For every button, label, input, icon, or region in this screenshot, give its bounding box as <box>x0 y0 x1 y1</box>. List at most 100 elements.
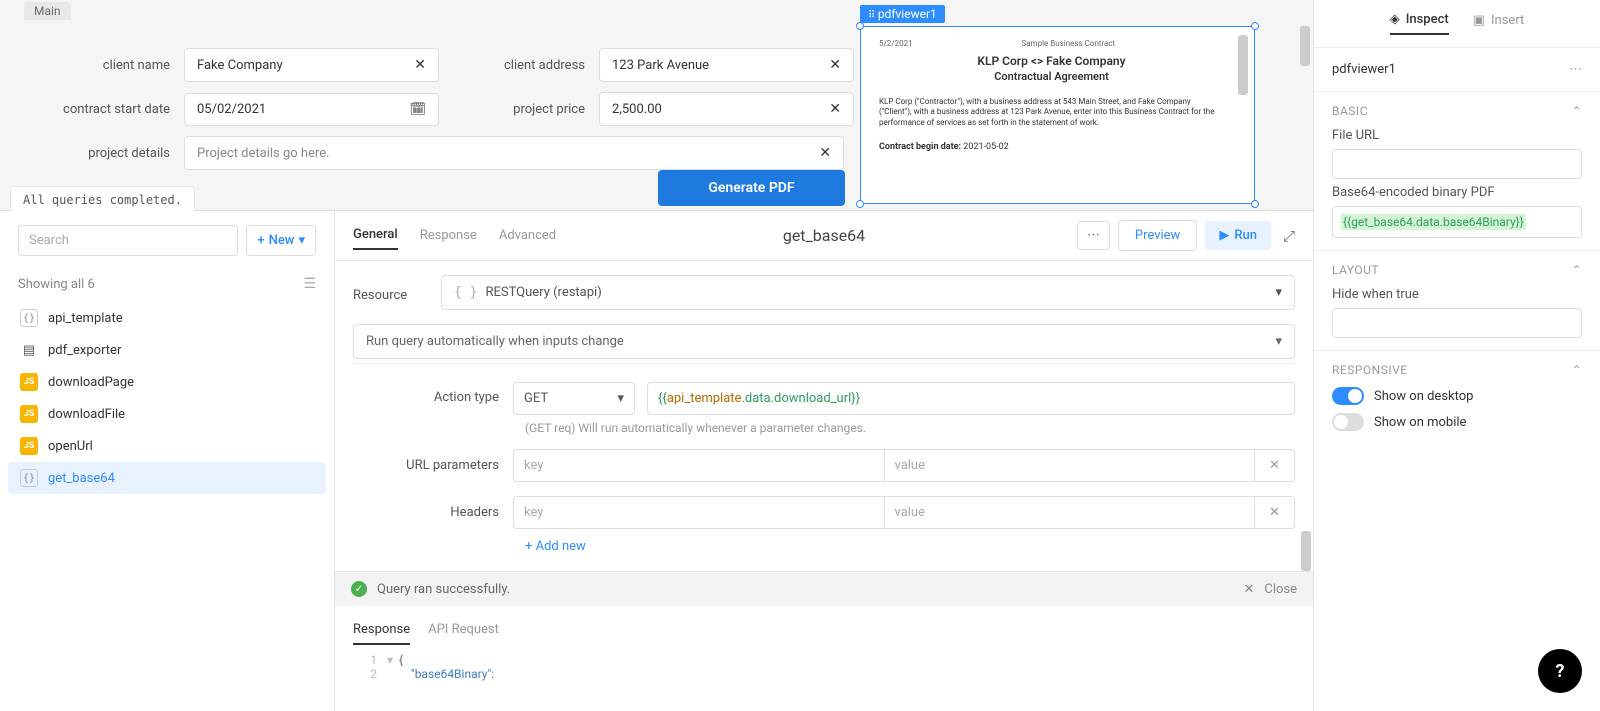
project-details-input[interactable]: Project details go here. ✕ <box>184 136 844 170</box>
json-output[interactable]: 1▾{ 2 "base64Binary": <box>335 645 1313 689</box>
delete-row-button[interactable]: ✕ <box>1255 496 1295 529</box>
project-price-input[interactable]: 2,500.00 ✕ <box>599 92 854 126</box>
show-desktop-toggle[interactable] <box>1332 387 1364 405</box>
collapse-icon[interactable]: ⤢ <box>1279 223 1299 249</box>
file-url-input[interactable] <box>1332 149 1582 179</box>
braces-icon: { } <box>454 285 477 300</box>
pdf-header-small: Sample Business Contract <box>1021 39 1115 48</box>
b64-value: {{get_base64.data.base64Binary}} <box>1341 214 1526 230</box>
project-details-label: project details <box>24 146 184 161</box>
clear-icon[interactable]: ✕ <box>829 101 841 117</box>
calendar-icon[interactable]: 🗓 <box>409 102 426 117</box>
url-input[interactable]: {{api_template.data.download_url}} <box>647 382 1295 415</box>
clear-icon[interactable]: ✕ <box>829 57 841 73</box>
query-item-downloadPage[interactable]: downloadPage <box>8 366 326 398</box>
help-button[interactable]: ? <box>1538 649 1582 693</box>
pdf-scrollbar[interactable] <box>1238 35 1248 95</box>
chevron-up-icon[interactable]: ⌃ <box>1571 363 1582 377</box>
result-tab-response[interactable]: Response <box>353 616 410 645</box>
tab-inspect[interactable]: ◈ Inspect <box>1390 12 1449 35</box>
json-line-1: { <box>399 653 403 667</box>
query-item-downloadFile[interactable]: downloadFile <box>8 398 326 430</box>
hide-when-true-input[interactable] <box>1332 308 1582 338</box>
add-new-button[interactable]: + Add new <box>525 539 1295 554</box>
method-select[interactable]: GET ▾ <box>513 382 635 415</box>
form-grid: client name Fake Company ✕ client addres… <box>24 48 854 180</box>
delete-row-button[interactable]: ✕ <box>1255 449 1295 482</box>
query-title[interactable]: get_base64 <box>783 226 865 245</box>
close-icon: ✕ <box>1243 582 1254 597</box>
inspector-responsive: RESPONSIVE⌃ Show on desktop Show on mobi… <box>1314 351 1600 451</box>
tab-advanced[interactable]: Advanced <box>499 222 556 249</box>
headers-label: Headers <box>353 505 513 520</box>
query-item-label: api_template <box>48 311 123 326</box>
query-item-pdf_exporter[interactable]: pdf_exporter <box>8 334 326 366</box>
close-label: Close <box>1264 582 1297 597</box>
result-bar: ✓ Query ran successfully. ✕ Close <box>335 571 1313 606</box>
header-value-input[interactable]: value <box>884 496 1256 529</box>
insert-icon: ▣ <box>1473 13 1485 28</box>
chevron-down-icon: ▾ <box>1275 334 1282 349</box>
result-tab-api[interactable]: API Request <box>428 616 499 645</box>
new-button-label: New <box>269 233 295 248</box>
contract-start-value: 05/02/2021 <box>197 102 266 117</box>
url-param-value-input[interactable]: value <box>884 449 1256 482</box>
search-input[interactable]: Search <box>18 225 238 256</box>
editor-scrollbar[interactable] <box>1301 531 1311 571</box>
resize-handle[interactable] <box>1251 22 1259 30</box>
b64-input[interactable]: {{get_base64.data.base64Binary}} <box>1332 206 1582 238</box>
resize-handle[interactable] <box>856 200 864 208</box>
close-result-button[interactable]: ✕ Close <box>1243 582 1297 597</box>
section-basic-title: BASIC <box>1332 104 1368 118</box>
chevron-up-icon[interactable]: ⌃ <box>1571 104 1582 118</box>
url-object: api_template <box>667 391 742 406</box>
pdf-subtitle: Contractual Agreement <box>879 70 1224 83</box>
client-name-value: Fake Company <box>197 58 283 73</box>
tab-insert[interactable]: ▣ Insert <box>1473 12 1525 35</box>
new-button[interactable]: + New ▾ <box>246 225 316 256</box>
query-item-api_template[interactable]: api_template <box>8 302 326 334</box>
resource-select[interactable]: { }RESTQuery (restapi) ▾ <box>441 275 1295 310</box>
js-icon <box>20 437 38 455</box>
url-brace-open: {{ <box>658 391 667 406</box>
client-address-value: 123 Park Avenue <box>612 58 709 73</box>
component-handle[interactable]: pdfviewer1 <box>860 5 945 23</box>
tab-general[interactable]: General <box>353 221 398 250</box>
client-address-input[interactable]: 123 Park Avenue ✕ <box>599 48 854 82</box>
resource-label: Resource <box>353 282 441 303</box>
header-key-input[interactable]: key <box>513 496 884 529</box>
more-icon[interactable]: ⋯ <box>1569 62 1582 77</box>
chevron-up-icon[interactable]: ⌃ <box>1571 263 1582 277</box>
tab-response[interactable]: Response <box>420 222 477 249</box>
contract-start-input[interactable]: 05/02/2021 🗓 <box>184 93 439 126</box>
query-item-get_base64[interactable]: get_base64 <box>8 462 326 494</box>
more-icon[interactable]: ⋯ <box>1077 221 1110 250</box>
generate-pdf-button[interactable]: Generate PDF <box>658 170 845 206</box>
pdfviewer-component[interactable]: pdfviewer1 5/2/2021 Sample Business Cont… <box>860 26 1255 204</box>
canvas-tab-main[interactable]: Main <box>24 2 71 20</box>
query-item-openUrl[interactable]: openUrl <box>8 430 326 462</box>
client-name-input[interactable]: Fake Company ✕ <box>184 48 439 82</box>
inspector-component-name[interactable]: pdfviewer1 <box>1332 62 1396 77</box>
method-value: GET <box>524 391 548 406</box>
json-key: "base64Binary" <box>411 667 491 681</box>
js-icon <box>20 405 38 423</box>
query-list-panel: Search + New ▾ Showing all 6 ☰ api_templ… <box>0 211 335 711</box>
filter-icon[interactable]: ☰ <box>303 276 316 292</box>
canvas-scrollbar[interactable] <box>1300 26 1310 66</box>
show-mobile-toggle[interactable] <box>1332 413 1364 431</box>
auto-run-select[interactable]: Run query automatically when inputs chan… <box>353 324 1295 359</box>
resize-handle[interactable] <box>1251 200 1259 208</box>
clear-icon[interactable]: ✕ <box>819 145 831 161</box>
resize-handle[interactable] <box>856 22 864 30</box>
pdf-title: KLP Corp <> Fake Company <box>879 54 1224 68</box>
run-button[interactable]: ▶ Run <box>1205 221 1271 250</box>
query-list: api_template pdf_exporterdownloadPagedown… <box>0 298 334 498</box>
preview-button[interactable]: Preview <box>1118 220 1197 251</box>
clear-icon[interactable]: ✕ <box>414 57 426 73</box>
play-icon: ▶ <box>1219 228 1229 243</box>
status-toast: All queries completed. <box>10 186 195 214</box>
url-param-key-input[interactable]: key <box>513 449 884 482</box>
editor-body: Resource { }RESTQuery (restapi) ▾ Run qu… <box>335 261 1313 571</box>
show-mobile-label: Show on mobile <box>1374 415 1466 430</box>
